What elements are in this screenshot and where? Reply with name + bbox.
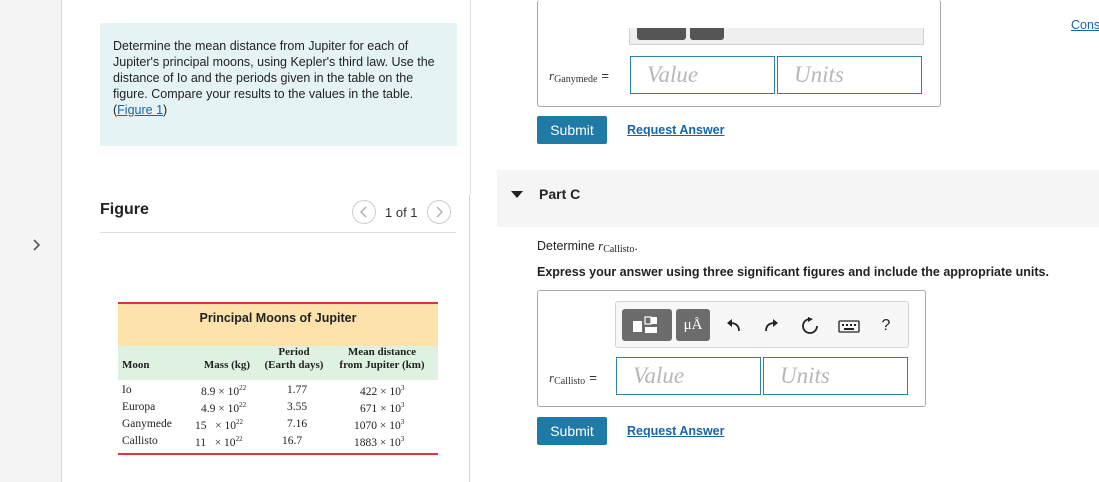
problem-statement: Determine the mean distance from Jupiter… [100,23,457,146]
caret-down-icon [511,191,523,198]
table-row: Io 8.9 × 1022 1.77 422 × 103 [118,384,438,401]
constants-link[interactable]: Cons [1071,18,1099,32]
cell-distance-exp: 3 [400,435,405,443]
table-row: Callisto 11 × 1022 16.7 1883 × 103 [118,435,438,452]
cell-period: 7.16 [287,418,308,430]
question-suffix: . [634,239,638,253]
left-sidebar [0,0,62,482]
cell-mass-exp: 22 [239,384,247,392]
col-distance-line2: from Jupiter (km) [339,359,425,371]
cell-distance-base: 1883 × 10 [354,437,401,449]
col-period-line2: (Earth days) [264,359,324,371]
chevron-right-icon [436,206,443,218]
next-figure-button[interactable] [426,200,451,224]
math-toolbar: μÅ ? [615,301,909,348]
previous-figure-button[interactable] [352,200,376,224]
cell-mass-base: 8.9 × 10 [201,386,240,398]
templates-icon [633,316,657,333]
var-subscript: Callisto [554,376,586,387]
column-divider [469,195,470,482]
cell-distance-base: 422 × 10 [360,386,401,398]
col-moon: Moon [122,359,150,371]
question-subscript: Callisto [603,244,635,255]
templates-button[interactable] [622,309,672,341]
part-c-instructions: Express your answer using three signific… [537,265,1049,279]
equals-sign: = [601,68,609,83]
part-b-value-input[interactable]: Value [630,56,775,94]
cell-distance-base: 1070 × 10 [354,420,401,432]
cell-moon: Ganymede [122,418,172,430]
figure-pager: 1 of 1 [352,200,451,224]
cell-mass: 8.9 × 1022 [201,384,246,398]
part-c-title: Part C [539,186,581,202]
table-body: Io 8.9 × 1022 1.77 422 × 103 Europa 4.9 … [118,380,438,455]
column-divider-top [470,0,471,195]
part-b-request-answer-link[interactable]: Request Answer [627,123,724,137]
part-b-submit-button[interactable]: Submit [537,116,607,144]
cell-distance-exp: 3 [400,418,405,426]
part-c-question: Determine rCallisto. [537,238,638,255]
chevron-left-icon [360,206,367,218]
part-c-submit-button[interactable]: Submit [537,417,607,445]
var-subscript: Ganymede [554,74,598,85]
cell-distance: 1070 × 103 [354,418,404,432]
cell-mass-base: 11 × 10 [195,437,236,449]
keyboard-icon[interactable] [837,315,861,337]
cell-distance-base: 671 × 10 [360,403,401,415]
col-distance-line1: Mean distance [347,346,417,358]
reset-icon[interactable] [799,315,821,337]
undo-icon[interactable] [723,315,745,337]
template-button-fragment[interactable] [637,28,686,40]
cell-distance-exp: 3 [401,401,405,409]
figure-divider [100,232,456,233]
cell-moon: Callisto [122,435,158,447]
cell-period: 1.77 [287,384,308,396]
paren-close: ) [163,103,168,117]
cell-moon: Io [122,384,132,396]
cell-mass-base: 15 × 10 [195,420,236,432]
part-c-units-input[interactable]: Units [763,357,908,395]
cell-mass: 11 × 1022 [195,435,243,449]
figure-counter: 1 of 1 [385,204,418,220]
units-button-fragment[interactable] [690,28,724,40]
cell-distance: 422 × 103 [360,384,405,398]
part-b-units-input[interactable]: Units [777,56,922,94]
equals-sign: = [589,370,597,385]
cell-distance: 671 × 103 [360,401,405,415]
figure-title: Figure [100,201,149,218]
cell-mass: 15 × 1022 [195,418,243,432]
part-c-request-answer-link[interactable]: Request Answer [627,424,724,438]
question-prefix: Determine [537,239,599,253]
part-b-toolbar-fragment [629,28,924,45]
help-button[interactable]: ? [875,315,897,337]
part-b-variable-label: rGanymede = [549,68,609,85]
units-button[interactable]: μÅ [676,309,710,341]
part-c-variable-label: rCallisto = [549,370,597,387]
cell-mass-exp: 22 [235,435,243,443]
col-mass: Mass (kg) [203,359,251,371]
cell-distance-exp: 3 [401,384,405,392]
figure-link[interactable]: Figure 1 [117,103,163,117]
cell-mass-exp: 22 [239,401,247,409]
redo-icon[interactable] [760,315,782,337]
table-header: Moon Mass (kg) Period (Earth days) Mean … [118,346,438,380]
col-period-line1: Period [278,346,310,358]
cell-mass: 4.9 × 1022 [201,401,246,415]
part-c-value-input[interactable]: Value [616,357,761,395]
moons-table-figure: Principal Moons of Jupiter Moon Mass (kg… [118,302,438,457]
table-row: Ganymede 15 × 1022 7.16 1070 × 103 [118,418,438,435]
cell-period: 3.55 [287,401,308,413]
cell-distance: 1883 × 103 [354,435,404,449]
cell-moon: Europa [122,401,156,413]
cell-period: 16.7 [282,435,303,447]
cell-mass-exp: 22 [236,418,243,426]
part-c-header[interactable]: Part C [497,170,1099,227]
cell-mass-base: 4.9 × 10 [201,403,240,415]
chevron-right-icon[interactable] [30,236,44,254]
problem-text: Determine the mean distance from Jupiter… [113,39,435,101]
table-row: Europa 4.9 × 1022 3.55 671 × 103 [118,401,438,418]
table-title: Principal Moons of Jupiter [118,302,438,346]
